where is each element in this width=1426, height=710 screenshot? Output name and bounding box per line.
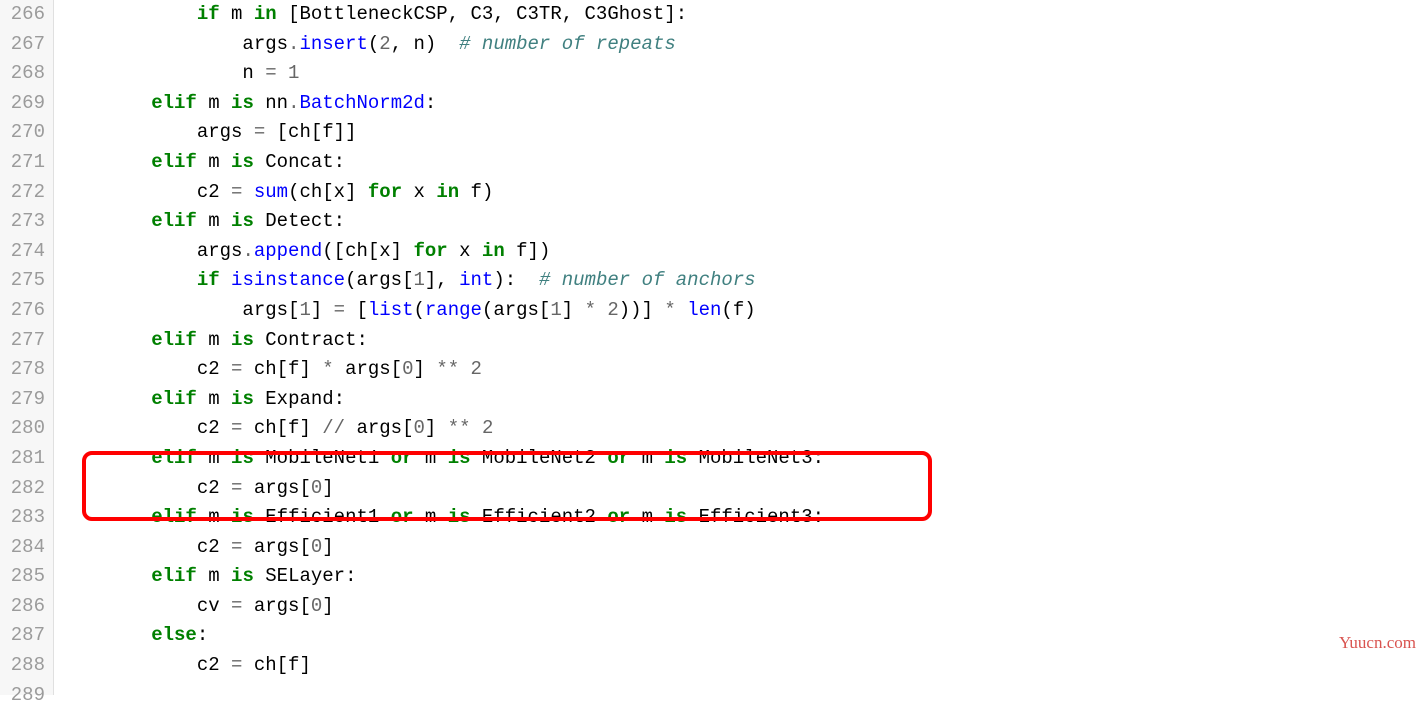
code-line[interactable] (60, 681, 1426, 695)
code-line[interactable]: args = [ch[f]] (60, 118, 1426, 148)
code-line[interactable]: elif m is Efficient1 or m is Efficient2 … (60, 503, 1426, 533)
code-line[interactable]: elif m is Detect: (60, 207, 1426, 237)
line-number: 288 (0, 651, 45, 681)
line-number: 286 (0, 592, 45, 622)
line-number: 276 (0, 296, 45, 326)
code-line[interactable]: elif m is MobileNet1 or m is MobileNet2 … (60, 444, 1426, 474)
line-number: 284 (0, 533, 45, 563)
code-line[interactable]: else: (60, 621, 1426, 651)
code-line[interactable]: c2 = args[0] (60, 474, 1426, 504)
code-line[interactable]: if isinstance(args[1], int): # number of… (60, 266, 1426, 296)
line-number: 272 (0, 178, 45, 208)
code-line[interactable]: elif m is Concat: (60, 148, 1426, 178)
code-line[interactable]: c2 = ch[f] * args[0] ** 2 (60, 355, 1426, 385)
code-line[interactable]: args[1] = [list(range(args[1] * 2))] * l… (60, 296, 1426, 326)
code-line[interactable]: args.insert(2, n) # number of repeats (60, 30, 1426, 60)
code-line[interactable]: c2 = args[0] (60, 533, 1426, 563)
line-number: 282 (0, 474, 45, 504)
line-number: 287 (0, 621, 45, 651)
code-editor: 2662672682692702712722732742752762772782… (0, 0, 1426, 695)
code-line[interactable]: c2 = ch[f] (60, 651, 1426, 681)
line-number: 270 (0, 118, 45, 148)
line-number: 283 (0, 503, 45, 533)
code-line[interactable]: if m in [BottleneckCSP, C3, C3TR, C3Ghos… (60, 0, 1426, 30)
line-number: 267 (0, 30, 45, 60)
line-number-gutter: 2662672682692702712722732742752762772782… (0, 0, 54, 695)
code-line[interactable]: args.append([ch[x] for x in f]) (60, 237, 1426, 267)
line-number: 277 (0, 326, 45, 356)
line-number: 271 (0, 148, 45, 178)
line-number: 278 (0, 355, 45, 385)
line-number: 273 (0, 207, 45, 237)
code-line[interactable]: elif m is SELayer: (60, 562, 1426, 592)
line-number: 274 (0, 237, 45, 267)
line-number: 280 (0, 414, 45, 444)
code-area[interactable]: if m in [BottleneckCSP, C3, C3TR, C3Ghos… (54, 0, 1426, 695)
line-number: 289 (0, 681, 45, 710)
code-line[interactable]: elif m is Contract: (60, 326, 1426, 356)
watermark-text: Yuucn.com (1339, 633, 1416, 653)
code-line[interactable]: cv = args[0] (60, 592, 1426, 622)
line-number: 266 (0, 0, 45, 30)
code-line[interactable]: c2 = sum(ch[x] for x in f) (60, 178, 1426, 208)
code-line[interactable]: n = 1 (60, 59, 1426, 89)
code-line[interactable]: elif m is Expand: (60, 385, 1426, 415)
line-number: 279 (0, 385, 45, 415)
line-number: 275 (0, 266, 45, 296)
code-line[interactable]: elif m is nn.BatchNorm2d: (60, 89, 1426, 119)
line-number: 281 (0, 444, 45, 474)
line-number: 269 (0, 89, 45, 119)
code-line[interactable]: c2 = ch[f] // args[0] ** 2 (60, 414, 1426, 444)
line-number: 285 (0, 562, 45, 592)
line-number: 268 (0, 59, 45, 89)
